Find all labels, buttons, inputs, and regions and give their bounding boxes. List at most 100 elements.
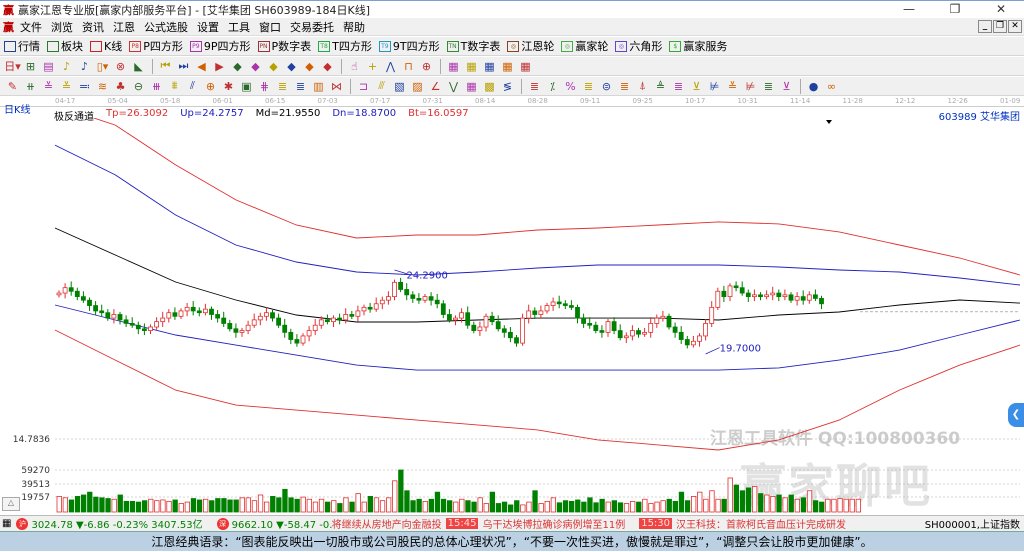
- tool-icon[interactable]: ⁒: [544, 79, 561, 94]
- tool-icon[interactable]: ▧: [391, 79, 408, 94]
- tool-icon[interactable]: ≣: [616, 79, 633, 94]
- tool-icon[interactable]: ≚: [58, 79, 75, 94]
- tool-icon[interactable]: ⩩: [166, 79, 183, 94]
- tool-icon[interactable]: ⊓: [400, 59, 417, 74]
- tool-icon[interactable]: ≚: [724, 79, 741, 94]
- tool-icon[interactable]: ▥: [310, 79, 327, 94]
- kline-chart[interactable]: 14.7836 59270 39513 19757 24.2900 19.7000: [0, 118, 1024, 515]
- tool-icon[interactable]: ⋈: [328, 79, 345, 94]
- news-item[interactable]: 汉王科技：首款柯氏音血压计完成研发: [676, 516, 846, 531]
- tool-icon[interactable]: ≣: [292, 79, 309, 94]
- calculator-icon[interactable]: ▦: [2, 518, 11, 529]
- tool-icon[interactable]: ♪: [76, 59, 93, 74]
- toolbar-button[interactable]: P8 P四方形: [129, 38, 183, 54]
- menu-item[interactable]: 浏览: [51, 21, 73, 34]
- tool-icon[interactable]: ⊖: [130, 79, 147, 94]
- tool-icon[interactable]: ◆: [229, 59, 246, 74]
- tool-icon[interactable]: ◆: [283, 59, 300, 74]
- tool-icon[interactable]: ▦: [499, 59, 516, 74]
- toolbar-button[interactable]: $ 赢家服务: [669, 38, 727, 54]
- tool-icon[interactable]: ◀: [193, 59, 210, 74]
- tool-icon[interactable]: ⊞: [22, 59, 39, 74]
- tool-icon[interactable]: ⍋: [634, 79, 651, 94]
- news-item[interactable]: 乌干达埃博拉确诊病例增至11例: [482, 516, 625, 531]
- tool-icon[interactable]: ∞: [823, 79, 840, 94]
- mdi-minimize-button[interactable]: _: [978, 20, 992, 33]
- tool-icon[interactable]: ∠: [427, 79, 444, 94]
- tool-icon[interactable]: ⏭: [175, 59, 192, 74]
- tool-icon[interactable]: ♣: [112, 79, 129, 94]
- tool-icon[interactable]: ◆: [319, 59, 336, 74]
- tool-icon[interactable]: ⧺: [22, 79, 39, 94]
- tool-icon[interactable]: ▦: [481, 59, 498, 74]
- current-index[interactable]: SH000001,上证指数: [920, 516, 1020, 531]
- tool-icon[interactable]: ●: [805, 79, 822, 94]
- tool-icon[interactable]: ≚: [40, 79, 57, 94]
- toolbar-button[interactable]: PN P数字表: [257, 38, 311, 54]
- sh-index-quote[interactable]: 3024.78 ▼-6.86 -0.23% 3407.53亿: [31, 516, 202, 531]
- tool-icon[interactable]: ◆: [265, 59, 282, 74]
- tool-icon[interactable]: ⊕: [418, 59, 435, 74]
- tool-icon[interactable]: ≋: [94, 79, 111, 94]
- news-item[interactable]: 将继续从房地产向金融投: [332, 516, 442, 531]
- menu-item[interactable]: 工具: [228, 21, 250, 34]
- minimize-button[interactable]: —: [886, 1, 932, 18]
- toolbar-button[interactable]: T8 T四方形: [318, 38, 372, 54]
- menu-item[interactable]: 江恩: [113, 21, 135, 34]
- tool-icon[interactable]: +: [364, 59, 381, 74]
- tool-icon[interactable]: ⋕: [256, 79, 273, 94]
- tool-icon[interactable]: ▦: [463, 79, 480, 94]
- scroll-right-button[interactable]: ❮: [1008, 403, 1024, 427]
- toolbar-button[interactable]: T9 9T四方形: [378, 38, 440, 54]
- menu-item[interactable]: 公式选股: [144, 21, 188, 34]
- tool-icon[interactable]: ▩: [481, 79, 498, 94]
- tool-icon[interactable]: ♪: [58, 59, 75, 74]
- tool-icon[interactable]: ▦: [463, 59, 480, 74]
- tool-icon[interactable]: %: [562, 79, 579, 94]
- menu-item[interactable]: 交易委托: [290, 21, 334, 34]
- tool-icon[interactable]: ⋀: [382, 59, 399, 74]
- tool-icon[interactable]: ≣: [526, 79, 543, 94]
- toolbar-button[interactable]: ◎ 赢家轮: [561, 38, 608, 54]
- mdi-restore-button[interactable]: ❐: [993, 20, 1007, 33]
- tool-icon[interactable]: ⊜: [598, 79, 615, 94]
- tool-icon[interactable]: ≶: [499, 79, 516, 94]
- tool-icon[interactable]: ▦: [517, 59, 534, 74]
- toolbar-button[interactable]: TN T数字表: [446, 38, 500, 54]
- tool-icon[interactable]: ⏮: [157, 59, 174, 74]
- tool-icon[interactable]: ⊗: [112, 59, 129, 74]
- period-label[interactable]: 日K线: [4, 101, 31, 116]
- toolbar-button[interactable]: 行情: [4, 38, 40, 54]
- menu-item[interactable]: 设置: [197, 21, 219, 34]
- tool-icon[interactable]: ✱: [220, 79, 237, 94]
- menu-item[interactable]: 资讯: [82, 21, 104, 34]
- tool-icon[interactable]: ⊭: [706, 79, 723, 94]
- tool-icon[interactable]: ≣: [580, 79, 597, 94]
- tool-icon[interactable]: ≕: [76, 79, 93, 94]
- menu-item[interactable]: 窗口: [259, 21, 281, 34]
- tool-icon[interactable]: ⫻: [373, 79, 390, 94]
- tool-icon[interactable]: ≣: [760, 79, 777, 94]
- toolbar-button[interactable]: ◎ 六角形: [615, 38, 662, 54]
- tool-icon[interactable]: 日▾: [4, 59, 21, 74]
- toolbar-button[interactable]: 板块: [47, 38, 83, 54]
- tool-icon[interactable]: ⧻: [148, 79, 165, 94]
- tool-icon[interactable]: ◆: [247, 59, 264, 74]
- tool-icon[interactable]: ≣: [274, 79, 291, 94]
- tool-icon[interactable]: ≜: [652, 79, 669, 94]
- toolbar-button[interactable]: P9 9P四方形: [189, 38, 251, 54]
- maximize-button[interactable]: ❐: [932, 1, 978, 18]
- close-button[interactable]: ✕: [978, 1, 1024, 18]
- mdi-close-button[interactable]: ✕: [1008, 20, 1022, 33]
- toolbar-button[interactable]: K线: [90, 38, 122, 54]
- tool-icon[interactable]: ▣: [238, 79, 255, 94]
- menu-item[interactable]: 文件: [20, 21, 42, 34]
- tool-icon[interactable]: ◣: [130, 59, 147, 74]
- tool-icon[interactable]: ✎: [4, 79, 21, 94]
- tool-icon[interactable]: ⊕: [202, 79, 219, 94]
- tool-icon[interactable]: ◆: [301, 59, 318, 74]
- tool-icon[interactable]: ⫽: [184, 79, 201, 94]
- tool-icon[interactable]: ▤: [40, 59, 57, 74]
- tool-icon[interactable]: ☝: [346, 59, 363, 74]
- tool-icon[interactable]: ⊻: [778, 79, 795, 94]
